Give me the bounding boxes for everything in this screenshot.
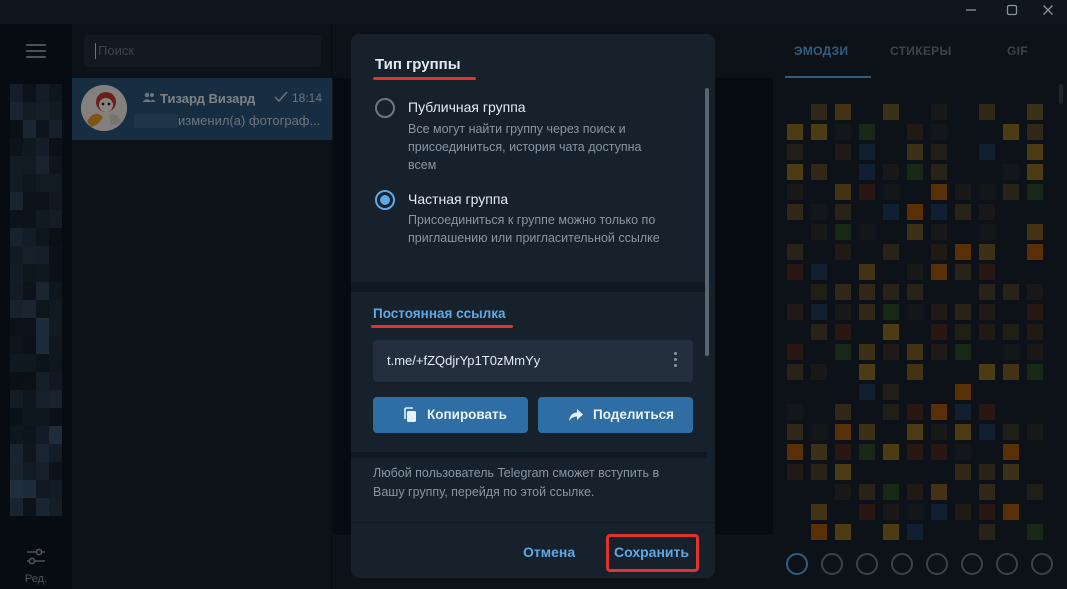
section-divider — [351, 452, 707, 458]
radio-public-group[interactable] — [375, 98, 395, 118]
footer-divider — [351, 522, 715, 523]
option-title-public: Публичная группа — [408, 99, 526, 115]
title-bar — [0, 0, 1067, 24]
section-title-permanent-link: Постоянная ссылка — [373, 306, 506, 321]
dialog-scrollbar[interactable] — [705, 88, 709, 356]
group-type-dialog: Тип группы Публичная группа Все могут на… — [351, 34, 715, 578]
cancel-button[interactable]: Отмена — [523, 544, 575, 560]
section-divider — [351, 282, 707, 292]
highlight-underline — [371, 325, 513, 328]
section-title-group-type: Тип группы — [375, 56, 461, 73]
minimize-icon[interactable] — [955, 0, 987, 24]
save-button[interactable]: Сохранить — [614, 544, 689, 560]
invite-link-info: Любой пользователь Telegram сможет вступ… — [373, 466, 660, 499]
copy-link-label: Копировать — [427, 407, 507, 422]
option-desc-public: Все могут найти группу через поиск и при… — [408, 122, 642, 172]
share-link-button[interactable]: Поделиться — [538, 397, 693, 433]
share-link-label: Поделиться — [593, 407, 675, 422]
option-title-private: Частная группа — [408, 191, 509, 207]
radio-private-group[interactable] — [375, 190, 395, 210]
highlight-underline — [373, 77, 476, 80]
maximize-icon[interactable] — [996, 0, 1028, 24]
share-icon — [569, 409, 583, 421]
option-desc-private: Присоединиться к группе можно только по … — [408, 213, 660, 245]
telegram-window: Ред. Поиск Тизард Визард 18:14 изменил(а… — [0, 0, 1067, 589]
invite-link-field[interactable]: t.me/+fZQdjrYp1T0zMmYy — [373, 340, 693, 382]
invite-link-text: t.me/+fZQdjrYp1T0zMmYy — [387, 353, 541, 368]
copy-icon — [404, 407, 416, 422]
more-options-icon[interactable] — [674, 352, 677, 370]
close-icon[interactable] — [1032, 0, 1064, 24]
copy-link-button[interactable]: Копировать — [373, 397, 528, 433]
